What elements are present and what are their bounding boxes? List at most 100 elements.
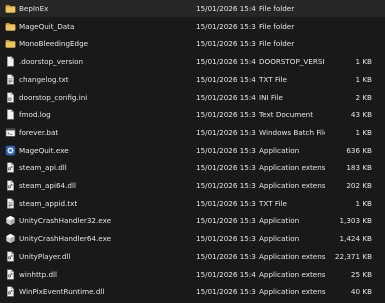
file-date-modified: 15/01/2026 15:40: [196, 74, 256, 84]
file-type: Application: [259, 234, 300, 244]
file-list: BepInEx 15/01/2026 15:40 File folder MageQu…: [0, 0, 385, 303]
file-size: 25 KB: [350, 269, 372, 279]
file-size: 40 KB: [350, 287, 372, 297]
config-file-icon: [5, 91, 16, 103]
file-date-modified: 15/01/2026 15:39: [196, 287, 256, 297]
file-name: steam_api64.dll: [19, 181, 76, 190]
file-type: Text Document: [259, 110, 314, 120]
file-type: Application: [259, 216, 300, 226]
unity-icon: [5, 233, 16, 244]
file-date-modified: 15/01/2026 15:39: [196, 21, 256, 31]
file-name: winhttp.dll: [19, 269, 58, 279]
file-name: steam_appid.txt: [19, 198, 78, 208]
file-size: 636 KB: [346, 145, 372, 155]
file-date-modified: 15/01/2026 15:40: [196, 4, 256, 13]
file-row[interactable]: fmod.log 15/01/2026 15:39 Text Document 43 …: [0, 106, 385, 123]
folder-icon: [5, 38, 16, 49]
file-name: forever.bat: [19, 127, 59, 137]
file-name: UnityCrashHandler32.exe: [19, 216, 112, 226]
file-date-modified: 15/01/2026 15:39: [196, 251, 256, 261]
file-name: UnityCrashHandler64.exe: [19, 234, 112, 244]
file-row[interactable]: winhttp.dll 15/01/2026 15:40 Application e…: [0, 266, 385, 283]
file-name: MageQuit.exe: [19, 145, 69, 155]
file-size: 1,424 KB: [339, 234, 372, 244]
blank-file-icon: [5, 109, 16, 120]
file-type: File folder: [259, 39, 295, 49]
file-name: .doorstop_version: [19, 57, 84, 67]
file-size: 22,371 KB: [334, 251, 372, 261]
file-type: File folder: [259, 21, 295, 31]
file-type: Application extens...: [259, 251, 325, 261]
file-row[interactable]: UnityCrashHandler32.exe 15/01/2026 15:39 A…: [0, 212, 385, 229]
file-row[interactable]: BepInEx 15/01/2026 15:40 File folder: [0, 0, 385, 17]
file-date-modified: 15/01/2026 15:39: [196, 216, 256, 226]
dll-file-icon: [5, 268, 16, 280]
text-file-icon: [5, 74, 16, 85]
text-file-icon: [5, 198, 16, 209]
file-row[interactable]: MonoBleedingEdge 15/01/2026 15:39 File fol…: [0, 35, 385, 52]
file-name: fmod.log: [19, 110, 51, 120]
file-row[interactable]: MageQuit.exe 15/01/2026 15:39 Application 6…: [0, 142, 385, 159]
file-row[interactable]: WinPixEventRuntime.dll 15/01/2026 15:39 Ap…: [0, 283, 385, 300]
file-date-modified: 15/01/2026 15:39: [196, 181, 256, 190]
file-size: 183 KB: [346, 163, 372, 173]
file-size: 1 KB: [355, 198, 372, 208]
app-icon: [5, 145, 16, 156]
dll-file-icon: [5, 251, 16, 262]
file-date-modified: 15/01/2026 15:39: [196, 198, 256, 208]
file-size: 1 KB: [355, 74, 372, 84]
file-row[interactable]: doorstop_config.ini 15/01/2026 15:40 INI F…: [0, 89, 385, 106]
file-date-modified: 15/01/2026 15:39: [196, 163, 256, 173]
file-type: Application: [259, 145, 300, 155]
dll-file-icon: [5, 162, 16, 173]
file-date-modified: 15/01/2026 15:40: [196, 92, 256, 102]
file-size: 1 KB: [355, 57, 372, 67]
file-row[interactable]: UnityPlayer.dll 15/01/2026 15:39 Applicati…: [0, 248, 385, 265]
file-date-modified: 15/01/2026 15:40: [196, 269, 256, 279]
file-row[interactable]: steam_appid.txt 15/01/2026 15:39 TXT File 1…: [0, 195, 385, 212]
file-date-modified: 15/01/2026 15:39: [196, 145, 256, 155]
file-date-modified: 15/01/2026 15:40: [196, 57, 256, 67]
dll-file-icon: [5, 286, 16, 297]
file-size: [318, 0, 372, 17]
file-row[interactable]: forever.bat 15/01/2026 15:39 Windows Batch…: [0, 124, 385, 141]
file-type: INI File: [259, 92, 283, 102]
file-row[interactable]: MageQuit_Data 15/01/2026 15:39 File folder: [0, 18, 385, 35]
file-size: 1,303 KB: [339, 216, 372, 226]
file-date-modified: 15/01/2026 15:39: [196, 110, 256, 120]
blank-file-icon: [5, 56, 16, 67]
file-row[interactable]: steam_api64.dll 15/01/2026 15:39 Applicati…: [0, 177, 385, 194]
file-name: changelog.txt: [19, 74, 69, 84]
file-type: Application extens...: [259, 163, 325, 173]
dll-file-icon: [5, 180, 16, 191]
file-name: MonoBleedingEdge: [19, 39, 89, 49]
file-name: UnityPlayer.dll: [19, 251, 71, 261]
file-size: [318, 18, 372, 35]
file-size: [318, 35, 372, 52]
file-type: TXT File: [259, 74, 287, 84]
file-name: doorstop_config.ini: [19, 92, 88, 102]
file-size: 2 KB: [355, 92, 372, 102]
folder-icon: [5, 3, 16, 14]
file-type: File folder: [259, 4, 295, 13]
file-name: MageQuit_Data: [19, 21, 75, 31]
file-row[interactable]: .doorstop_version 15/01/2026 15:40 DOORSTO…: [0, 53, 385, 70]
file-date-modified: 15/01/2026 15:39: [196, 39, 256, 49]
file-row[interactable]: changelog.txt 15/01/2026 15:40 TXT File 1 K…: [0, 71, 385, 88]
batch-file-icon: [5, 127, 16, 138]
file-name: steam_api.dll: [19, 163, 67, 173]
file-type: Application extens...: [259, 287, 325, 297]
file-name: WinPixEventRuntime.dll: [19, 287, 105, 297]
unity-icon: [5, 215, 16, 226]
file-row[interactable]: UnityCrashHandler64.exe 15/01/2026 15:39 A…: [0, 230, 385, 247]
file-row[interactable]: steam_api.dll 15/01/2026 15:39 Application…: [0, 159, 385, 176]
file-type: DOORSTOP_VERSI...: [259, 57, 325, 67]
file-type: Application extens...: [259, 181, 325, 190]
file-date-modified: 15/01/2026 15:39: [196, 127, 256, 137]
file-date-modified: 15/01/2026 15:39: [196, 234, 256, 244]
file-type: TXT File: [259, 198, 287, 208]
file-size: 1 KB: [355, 127, 372, 137]
folder-icon: [5, 21, 16, 32]
file-type: Application extens...: [259, 269, 325, 279]
file-size: 43 KB: [350, 110, 372, 120]
